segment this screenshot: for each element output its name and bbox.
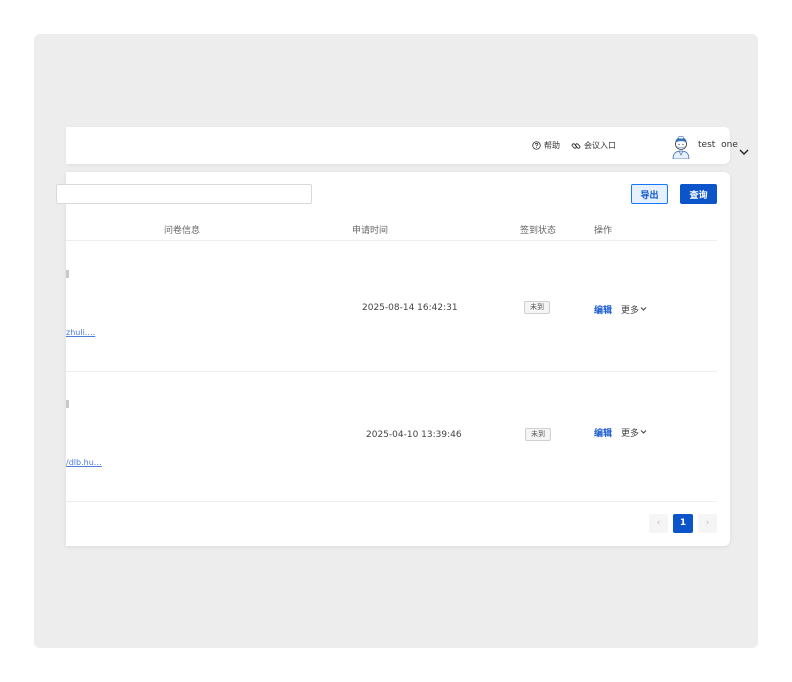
header-divider [66,240,717,241]
help-link[interactable]: 帮助 [532,140,560,151]
row-divider [66,371,717,372]
more-label: 更多 [621,429,640,439]
more-dropdown[interactable]: 更多 [621,303,647,316]
survey-link-fragment[interactable]: /dlb.hu… [66,458,102,467]
export-button[interactable]: 导出 [631,184,668,204]
help-label: 帮助 [544,141,560,150]
avatar[interactable] [670,134,692,160]
username[interactable]: test one [698,140,738,150]
survey-link-fragment[interactable]: zhuli.… [66,328,95,337]
main-panel: 导出 查询 问卷信息 申请时间 签到状态 操作 zhuli.… 2025-08-… [56,172,730,546]
apply-time: 2025-08-14 16:42:31 [362,303,458,313]
more-label: 更多 [621,306,640,316]
search-input[interactable] [56,184,312,204]
edit-link[interactable]: 编辑 [594,426,612,439]
status-badge: 未到 [524,301,550,314]
status-badge: 未到 [525,428,551,441]
row-divider [66,501,717,502]
chevron-down-icon [640,305,647,315]
truncated-text-fragment [66,270,69,278]
app-frame: 帮助 会议入口 test one 导出 查询 问卷信息 申请时间 签到状态 操作… [34,34,758,648]
link-icon [571,141,581,151]
chevron-down-icon[interactable] [739,141,749,160]
pagination-next-button[interactable]: › [698,514,717,533]
meeting-entry-label: 会议入口 [584,141,616,150]
top-header: 帮助 会议入口 test one [66,127,749,164]
column-header-actions: 操作 [594,226,613,236]
column-header-survey-info: 问卷信息 [164,226,201,236]
edit-link[interactable]: 编辑 [594,303,612,316]
column-header-apply-time: 申请时间 [352,226,389,236]
meeting-entry-link[interactable]: 会议入口 [571,140,616,151]
query-button[interactable]: 查询 [680,184,717,204]
more-dropdown[interactable]: 更多 [621,426,647,439]
apply-time: 2025-04-10 13:39:46 [366,430,462,440]
chevron-down-icon [640,428,647,438]
question-circle-icon [532,141,541,150]
column-header-checkin-status: 签到状态 [520,226,557,236]
pagination-prev-button[interactable]: ‹ [649,514,668,533]
truncated-text-fragment [66,400,69,408]
pagination-page-1[interactable]: 1 [673,514,693,533]
